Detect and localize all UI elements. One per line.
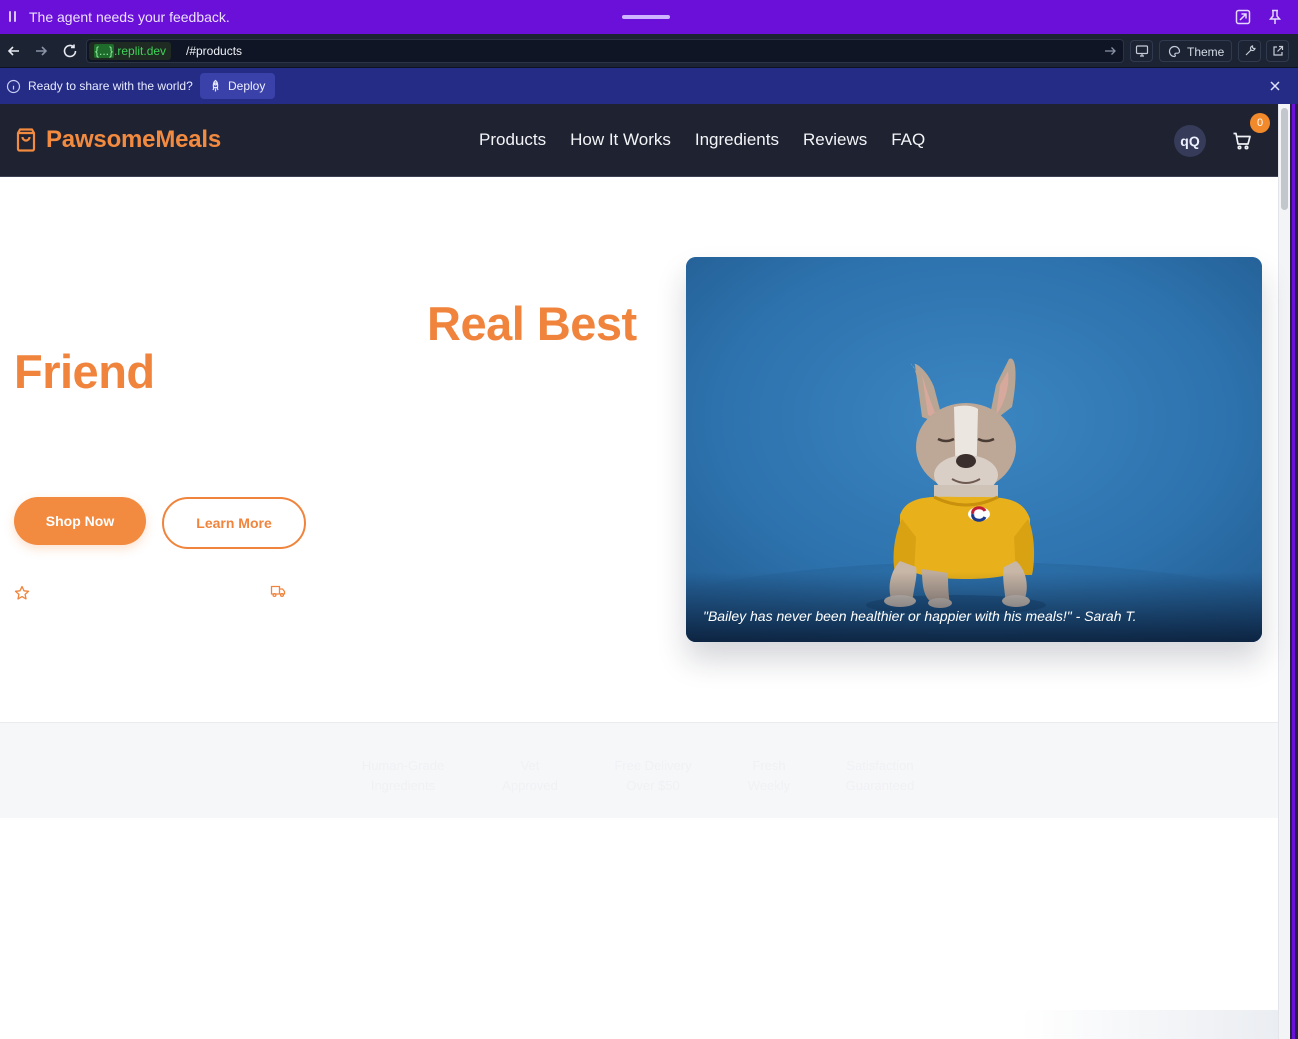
agent-message: The agent needs your feedback. [29,9,230,25]
browser-toolbar: {...}.replit.dev /#products Theme [0,34,1298,68]
hero-image-card: "Bailey has never been healthier or happ… [686,257,1262,642]
deploy-prompt: Ready to share with the world? [28,79,193,93]
open-new-tab-button[interactable] [1266,40,1289,62]
url-host: {...}.replit.dev [89,42,172,60]
lower-content-area [0,818,1278,1039]
features-strip: Human-Grade Ingredients Vet Approved Free … [0,722,1278,818]
deploy-button[interactable]: Deploy [200,73,275,99]
info-icon [6,79,21,94]
reload-icon[interactable] [61,42,79,60]
shop-now-button[interactable]: Shop Now [14,497,146,545]
hero-headline-line2: Friend [14,345,155,398]
feature-vet-approved: Vet Approved [502,758,558,793]
panel-resize-handle[interactable] [622,15,670,19]
palette-icon [1168,45,1181,58]
brand-name: PawsomeMeals [46,126,222,153]
delivery-truck-icon [270,585,286,598]
caption-overlay [686,572,1262,642]
close-icon[interactable] [1268,79,1282,93]
hero-section: Real Best Friend Shop Now Learn More "Ba… [0,177,1278,722]
pin-icon[interactable] [1266,8,1284,26]
cart-count-badge: 0 [1250,113,1270,133]
brand-logo-link[interactable]: PawsomeMeals [14,126,221,154]
feature-free-delivery: Free Delivery Over $50 [614,758,692,793]
learn-more-button[interactable]: Learn More [162,497,306,549]
wrench-icon [1245,45,1256,56]
device-preview-button[interactable] [1130,40,1153,62]
main-nav: Products How It Works Ingredients Review… [479,130,949,150]
theme-button[interactable]: Theme [1159,40,1232,62]
back-icon[interactable] [5,42,23,60]
monitor-icon [1135,45,1149,57]
expand-panel-icon[interactable] [1234,8,1252,26]
toast-shadow [1020,1010,1278,1039]
nav-products[interactable]: Products [479,130,546,150]
page-scrollbar[interactable] [1278,104,1290,1039]
nav-ingredients[interactable]: Ingredients [695,130,779,150]
scrollbar-thumb[interactable] [1281,108,1288,210]
nav-how-it-works[interactable]: How It Works [570,130,671,150]
go-arrow-icon[interactable] [1103,44,1117,58]
nav-reviews[interactable]: Reviews [803,130,867,150]
forward-icon[interactable] [32,42,50,60]
site-header: PawsomeMeals Products How It Works Ingre… [0,104,1278,177]
rocket-icon [212,79,219,92]
agent-feedback-bar: The agent needs your feedback. [0,0,1298,34]
user-avatar[interactable]: qQ [1174,125,1206,157]
feature-satisfaction: Satisfaction Guaranteed [845,758,915,793]
deploy-label: Deploy [228,79,266,93]
theme-label: Theme [1187,45,1225,59]
window-edge [1290,104,1298,1039]
external-link-icon [1273,45,1284,56]
url-path[interactable]: /#products [186,44,242,58]
drag-handle-icon[interactable] [9,11,17,23]
testimonial-caption: "Bailey has never been healthier or happ… [703,608,1137,624]
deploy-banner: Ready to share with the world? Deploy [0,68,1298,104]
feature-fresh-weekly: Fresh Weekly [747,758,791,793]
shopping-bag-icon [16,128,36,152]
devtools-button[interactable] [1238,40,1261,62]
hero-headline-line1: Real Best [427,297,637,350]
feature-human-grade: Human-Grade Ingredients [361,758,445,793]
star-icon [14,585,30,600]
nav-faq[interactable]: FAQ [891,130,925,150]
cart-icon[interactable] [1232,131,1252,151]
address-field[interactable]: {...}.replit.dev /#products [86,39,1124,63]
